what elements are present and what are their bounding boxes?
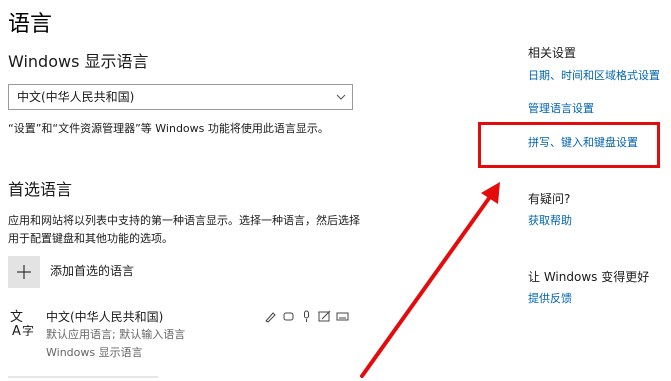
preferred-languages-description: 应用和网站将以列表中支持的第一种语言显示。选择一种语言，然后选择用于配置键盘和其…: [8, 214, 360, 245]
highlight-box: [478, 122, 660, 168]
language-defaults: 默认应用语言; 默认输入语言: [46, 328, 186, 341]
language-name: 中文(中华人民共和国): [46, 310, 164, 324]
related-settings-title: 相关设置: [528, 46, 577, 60]
svg-text:A: A: [12, 324, 21, 336]
add-language-tile: [8, 256, 40, 288]
svg-text:字: 字: [22, 323, 34, 336]
microphone-icon: [300, 308, 313, 322]
settings-page: 语言 Windows 显示语言 中文(中华人民共和国) “设置”和“文件资源管理…: [0, 0, 671, 381]
add-language-label: 添加首选的语言: [50, 264, 135, 278]
language-icon: 文 A 字: [10, 310, 34, 336]
language-feature-icons: [264, 308, 349, 323]
pen-icon: [318, 308, 331, 322]
get-help-link[interactable]: 获取帮助: [528, 212, 572, 228]
make-windows-better-title: 让 Windows 变得更好: [528, 270, 650, 284]
manage-language-settings-link[interactable]: 管理语言设置: [528, 100, 594, 116]
svg-text:文: 文: [10, 310, 23, 325]
display-language-value: 中文(中华人民共和国): [17, 90, 135, 104]
help-title: 有疑问?: [528, 192, 571, 206]
list-item-divider: [8, 376, 158, 378]
language-list-item[interactable]: 文 A 字 中文(中华人民共和国) 默认应用语言; 默认输入语言 Windows…: [8, 304, 360, 378]
add-language-button[interactable]: 添加首选的语言: [8, 256, 208, 292]
display-language-note: “设置”和“文件资源管理器”等 Windows 功能将使用此语言显示。: [8, 122, 329, 135]
date-time-region-link[interactable]: 日期、时间和区域格式设置: [528, 67, 660, 83]
keyboard-icon: [336, 308, 349, 321]
preferred-languages-heading: 首选语言: [8, 180, 73, 199]
language-display-note: Windows 显示语言: [46, 346, 143, 359]
give-feedback-link[interactable]: 提供反馈: [528, 290, 572, 306]
handwriting-icon: [264, 308, 277, 323]
plus-icon: [17, 265, 31, 279]
page-title: 语言: [8, 12, 53, 37]
display-language-dropdown[interactable]: 中文(中华人民共和国): [8, 84, 353, 110]
display-language-heading: Windows 显示语言: [8, 52, 149, 71]
chevron-down-icon: [336, 94, 346, 100]
text-to-speech-icon: [282, 308, 295, 321]
